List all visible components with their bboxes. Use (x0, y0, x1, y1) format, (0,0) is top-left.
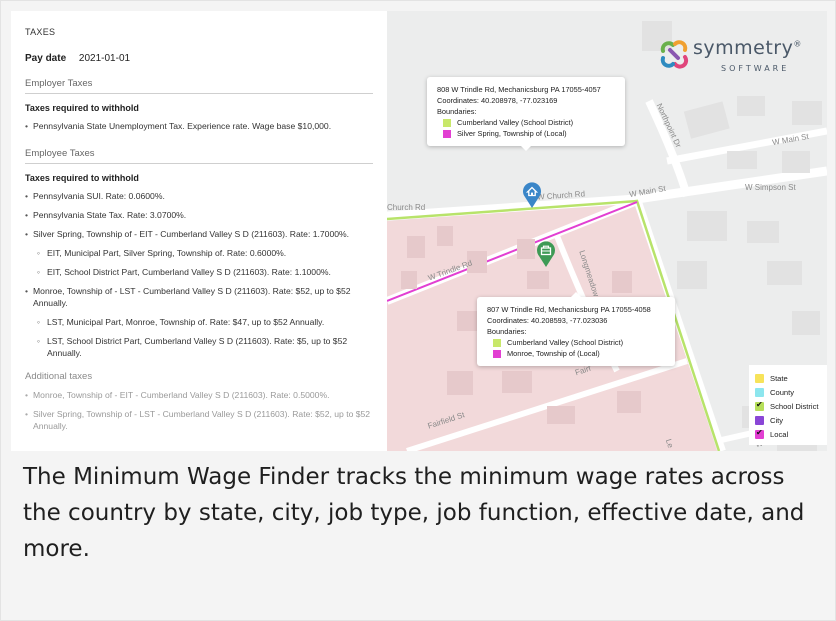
employee-tax-item: Monroe, Township of - LST - Cumberland V… (25, 285, 373, 309)
employee-tax-item: Pennsylvania SUI. Rate: 0.0600%. (25, 190, 373, 202)
popup-boundary-row: Cumberland Valley (School District) (443, 117, 615, 128)
popup-boundaries-label: Boundaries: (487, 327, 527, 336)
school-district-checkbox[interactable]: ✔ (755, 399, 764, 411)
employer-tax-item: Pennsylvania State Unemployment Tax. Exp… (25, 120, 373, 132)
address-popup-807[interactable]: 807 W Trindle Rd, Mechanicsburg PA 17055… (477, 292, 675, 366)
panel-title: TAXES (25, 27, 56, 37)
legend-item-local[interactable]: ✔ Local (755, 427, 823, 441)
symmetry-logo: symmetry® SOFTWARE (659, 37, 827, 83)
legend-item-state[interactable]: State (755, 371, 823, 385)
taxes-panel: TAXES Pay date 2021-01-01 Employer Taxes… (11, 11, 387, 451)
logo-wordmark: symmetry (693, 37, 794, 59)
check-icon: ✔ (756, 399, 763, 409)
additional-tax-item: Silver Spring, Township of - LST - Cumbe… (25, 408, 373, 432)
state-checkbox[interactable] (755, 373, 764, 383)
blue-home-pin[interactable] (522, 181, 542, 209)
employee-tax-item: Silver Spring, Township of - EIT - Cumbe… (25, 228, 373, 240)
additional-taxes-heading: Additional taxes (25, 371, 93, 382)
pay-date-label: Pay date (25, 53, 67, 64)
caption-text: The Minimum Wage Finder tracks the minim… (23, 464, 805, 562)
legend-item-school-district[interactable]: ✔ School District (755, 399, 823, 413)
logo-registered: ® (793, 39, 802, 49)
legend-item-city[interactable]: City (755, 413, 823, 427)
popup-address: 807 W Trindle Rd, Mechanicsburg PA 17055… (487, 305, 651, 314)
popup-boundaries-label: Boundaries: (437, 107, 477, 116)
legend-item-county[interactable]: County (755, 385, 823, 399)
popup-boundary-row: Silver Spring, Township of (Local) (443, 128, 615, 139)
employee-required-heading: Taxes required to withhold (25, 173, 139, 183)
local-swatch (443, 129, 451, 138)
employee-tax-item: Pennsylvania State Tax. Rate: 3.0700%. (25, 209, 373, 221)
local-swatch (493, 349, 501, 358)
slide-frame: TAXES Pay date 2021-01-01 Employer Taxes… (0, 0, 836, 621)
check-icon: ✔ (756, 427, 763, 437)
logo-subtitle: SOFTWARE (721, 64, 790, 73)
city-checkbox[interactable] (755, 415, 764, 425)
popup-address: 808 W Trindle Rd, Mechanicsburg PA 17055… (437, 85, 601, 94)
county-checkbox[interactable] (755, 387, 764, 397)
popup-coordinates: Coordinates: 40.208978, -77.023169 (437, 96, 558, 105)
employee-tax-subitem: EIT, Municipal Part, Silver Spring, Town… (25, 247, 373, 259)
street-label: Church Rd (387, 203, 426, 212)
employee-tax-subitem: LST, School District Part, Cumberland Va… (25, 335, 373, 359)
address-popup-808[interactable]: 808 W Trindle Rd, Mechanicsburg PA 17055… (427, 77, 625, 151)
logo-mark-icon (660, 40, 689, 69)
employee-tax-subitem: LST, Municipal Part, Monroe, Township of… (25, 316, 373, 328)
green-building-pin[interactable] (536, 240, 556, 268)
school-district-swatch (443, 118, 451, 127)
popup-boundary-row: Monroe, Township of (Local) (493, 348, 665, 359)
employee-taxes-heading: Employee Taxes (25, 148, 373, 164)
local-checkbox[interactable]: ✔ (755, 427, 764, 439)
employer-taxes-heading: Employer Taxes (25, 78, 373, 94)
additional-tax-item: Monroe, Township of - EIT - Cumberland V… (25, 389, 373, 401)
map-legend: State County ✔ School District City ✔ Loca… (749, 365, 827, 445)
employer-required-heading: Taxes required to withhold (25, 103, 139, 113)
pay-date-value: 2021-01-01 (78, 53, 131, 64)
street-label: W Simpson St (745, 183, 796, 192)
popup-boundary-row: Cumberland Valley (School District) (493, 337, 665, 348)
pay-date-row: Pay date 2021-01-01 (25, 53, 373, 64)
employee-tax-subitem: EIT, School District Part, Cumberland Va… (25, 266, 373, 278)
school-district-swatch (493, 338, 501, 347)
app-screenshot: TAXES Pay date 2021-01-01 Employer Taxes… (11, 11, 827, 451)
popup-coordinates: Coordinates: 40.208593, -77.023036 (487, 316, 608, 325)
